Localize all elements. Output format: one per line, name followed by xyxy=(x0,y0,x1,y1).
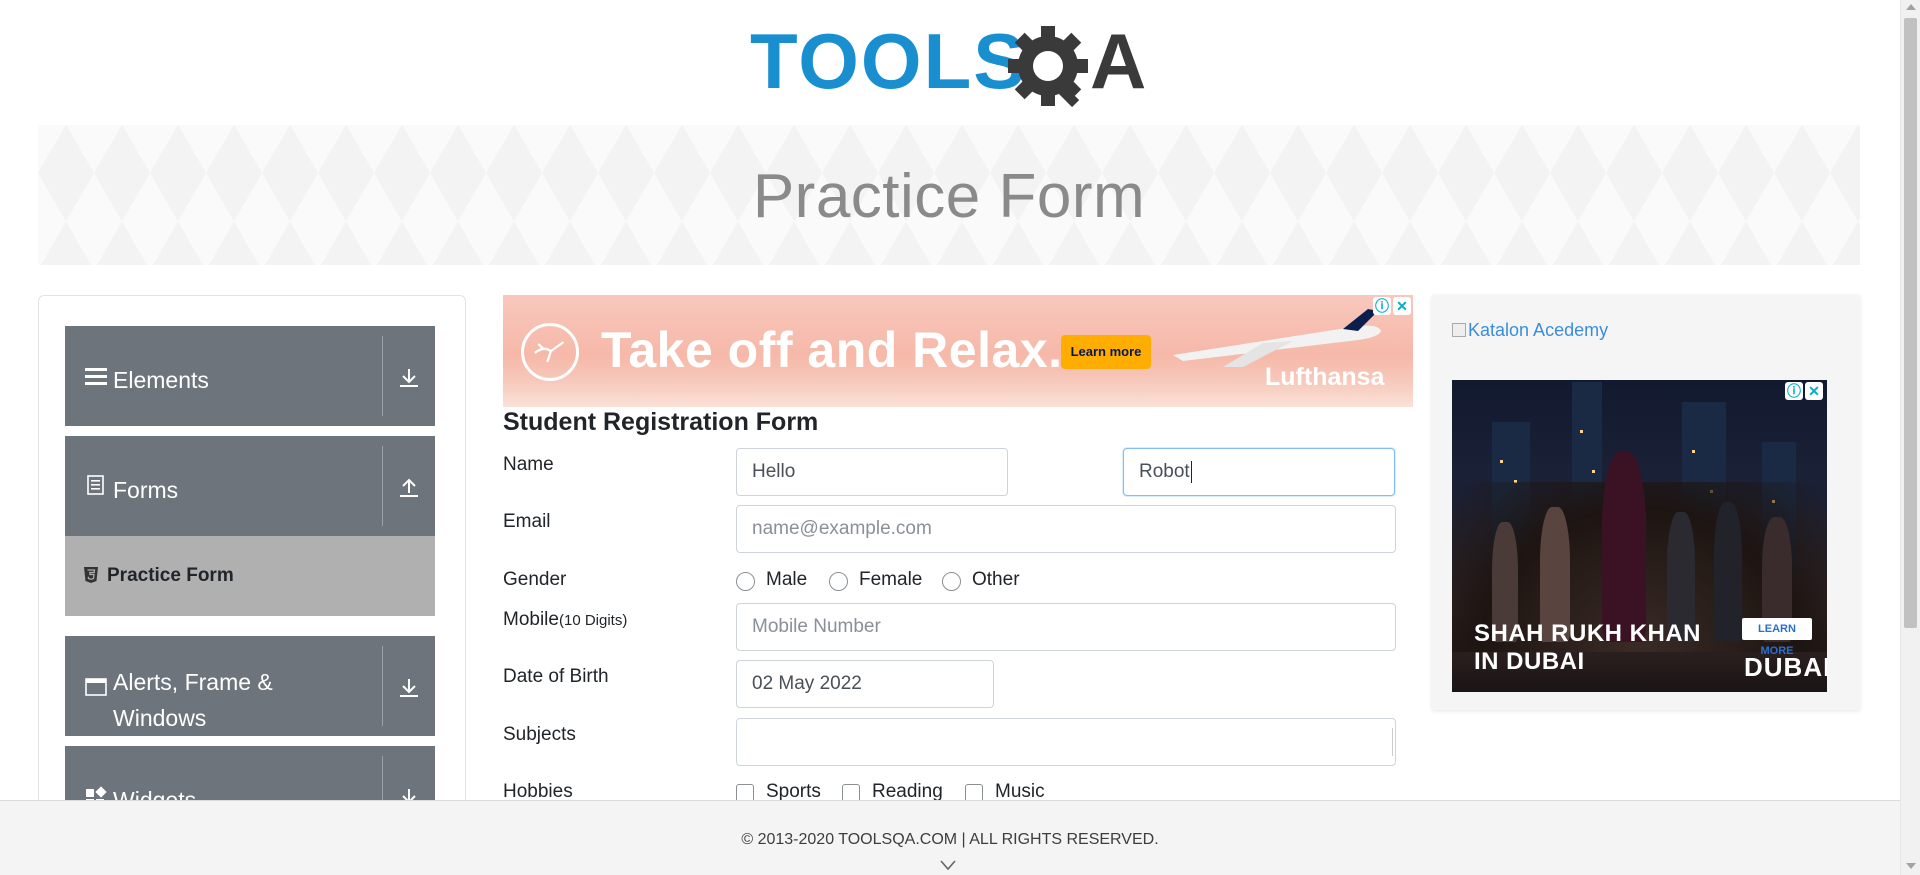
scroll-up-arrow-icon[interactable] xyxy=(1906,4,1916,10)
sidebar-item-label: Practice Form xyxy=(107,565,234,586)
sidebar-item-practice-form[interactable]: Practice Form xyxy=(65,536,435,616)
mobile-hint: (10 Digits) xyxy=(558,612,628,629)
email-label: Email xyxy=(503,511,551,532)
lufthansa-crane-icon xyxy=(521,323,579,381)
city-light xyxy=(1500,460,1503,463)
radio-circle[interactable] xyxy=(942,572,961,591)
sidebar: Elements Forms Practice Form Alerts, Fra… xyxy=(38,295,466,875)
page-scrollbar[interactable] xyxy=(1900,0,1920,875)
adchoices-icon[interactable]: ⓘ xyxy=(1785,382,1803,400)
date-of-birth-input[interactable]: 02 May 2022 xyxy=(736,660,994,708)
document-icon xyxy=(87,475,104,495)
mobile-label: Mobile(10 Digits) xyxy=(503,609,627,631)
dubai-ad[interactable]: SHAH RUKH KHAN IN DUBAI LEARN MORE DUBAI… xyxy=(1452,380,1827,692)
page-banner: Practice Form xyxy=(38,125,1860,265)
mobile-field[interactable]: Mobile Number xyxy=(736,603,1396,651)
gender-label: Gender xyxy=(503,569,567,590)
html5-icon xyxy=(84,567,98,583)
city-light xyxy=(1592,470,1595,473)
katalon-broken-image-link[interactable]: Katalon Acedemy xyxy=(1452,320,1608,341)
email-field[interactable]: name@example.com xyxy=(736,505,1396,553)
chevron-down-icon[interactable] xyxy=(940,859,956,871)
last-name-value: Robot xyxy=(1139,461,1190,482)
sidebar-group-alerts[interactable]: Alerts, Frame & Windows xyxy=(65,636,435,736)
sidebar-group-elements[interactable]: Elements xyxy=(65,326,435,426)
subjects-label: Subjects xyxy=(503,724,576,745)
page: TOOLS A Practice Form Elements Forms Pra… xyxy=(0,0,1920,875)
lufthansa-ad[interactable]: Take off and Relax. Learn more Lufthansa… xyxy=(503,295,1413,407)
close-icon[interactable]: ✕ xyxy=(1393,297,1411,315)
person-shape xyxy=(1602,452,1646,642)
divider xyxy=(382,646,383,726)
city-light xyxy=(1580,430,1583,433)
ad-brand: DUBAI xyxy=(1744,652,1827,682)
text-caret xyxy=(1190,460,1192,483)
divider xyxy=(382,446,383,526)
toolsqa-logo[interactable]: TOOLS A xyxy=(750,18,1155,114)
ad-headline: Take off and Relax. xyxy=(601,322,1063,378)
scrollbar-thumb[interactable] xyxy=(1904,18,1917,628)
ad-headline-line1: SHAH RUKH KHAN xyxy=(1474,620,1701,647)
city-light xyxy=(1692,450,1695,453)
close-icon[interactable]: ✕ xyxy=(1805,382,1823,400)
sidebar-group-forms[interactable]: Forms xyxy=(65,436,435,536)
hamburger-icon xyxy=(85,368,107,385)
ad-learn-more-button[interactable]: LEARN MORE xyxy=(1742,618,1812,657)
page-title: Practice Form xyxy=(752,162,1146,231)
footer: © 2013-2020 TOOLSQA.COM | ALL RIGHTS RES… xyxy=(0,800,1900,875)
ad-learn-more-button[interactable]: Learn more xyxy=(1061,335,1151,369)
last-name-input[interactable]: Robot xyxy=(1123,448,1395,496)
logo-a-text: A xyxy=(1090,18,1146,105)
radio-label[interactable]: Other xyxy=(972,569,1020,591)
footer-copyright: © 2013-2020 TOOLSQA.COM | ALL RIGHTS RES… xyxy=(741,831,1159,848)
download-arrow-icon[interactable] xyxy=(397,676,421,700)
broken-image-alt-text[interactable]: Katalon Acedemy xyxy=(1468,320,1608,340)
radio-label[interactable]: Male xyxy=(766,569,807,591)
scroll-down-arrow-icon[interactable] xyxy=(1906,863,1916,869)
dob-label: Date of Birth xyxy=(503,666,609,687)
divider xyxy=(382,336,383,416)
download-arrow-icon[interactable] xyxy=(397,366,421,390)
sidebar-group-label: Alerts, Frame & xyxy=(113,669,273,695)
ad-brand: Lufthansa xyxy=(1265,363,1385,391)
form-title: Student Registration Form xyxy=(503,408,819,436)
adchoices-icon[interactable]: ⓘ xyxy=(1373,297,1391,315)
logo-tools-text: TOOLS xyxy=(750,18,1027,105)
window-icon xyxy=(85,678,107,696)
mobile-label-text: Mobile xyxy=(503,609,559,630)
radio-circle[interactable] xyxy=(736,572,755,591)
radio-circle[interactable] xyxy=(829,572,848,591)
name-label: Name xyxy=(503,454,554,475)
radio-label[interactable]: Female xyxy=(859,569,922,591)
subjects-divider xyxy=(1392,728,1393,756)
subjects-input[interactable] xyxy=(736,718,1396,766)
upload-arrow-icon[interactable] xyxy=(397,476,421,500)
sidebar-group-label-line2: Windows xyxy=(113,705,207,731)
person-shape xyxy=(1714,502,1742,642)
ad-headline-line2: IN DUBAI xyxy=(1474,648,1585,675)
sidebar-group-label: Forms xyxy=(113,477,179,503)
sidebar-group-label: Elements xyxy=(113,367,209,393)
broken-image-icon xyxy=(1452,323,1466,337)
first-name-input[interactable]: Hello xyxy=(736,448,1008,496)
